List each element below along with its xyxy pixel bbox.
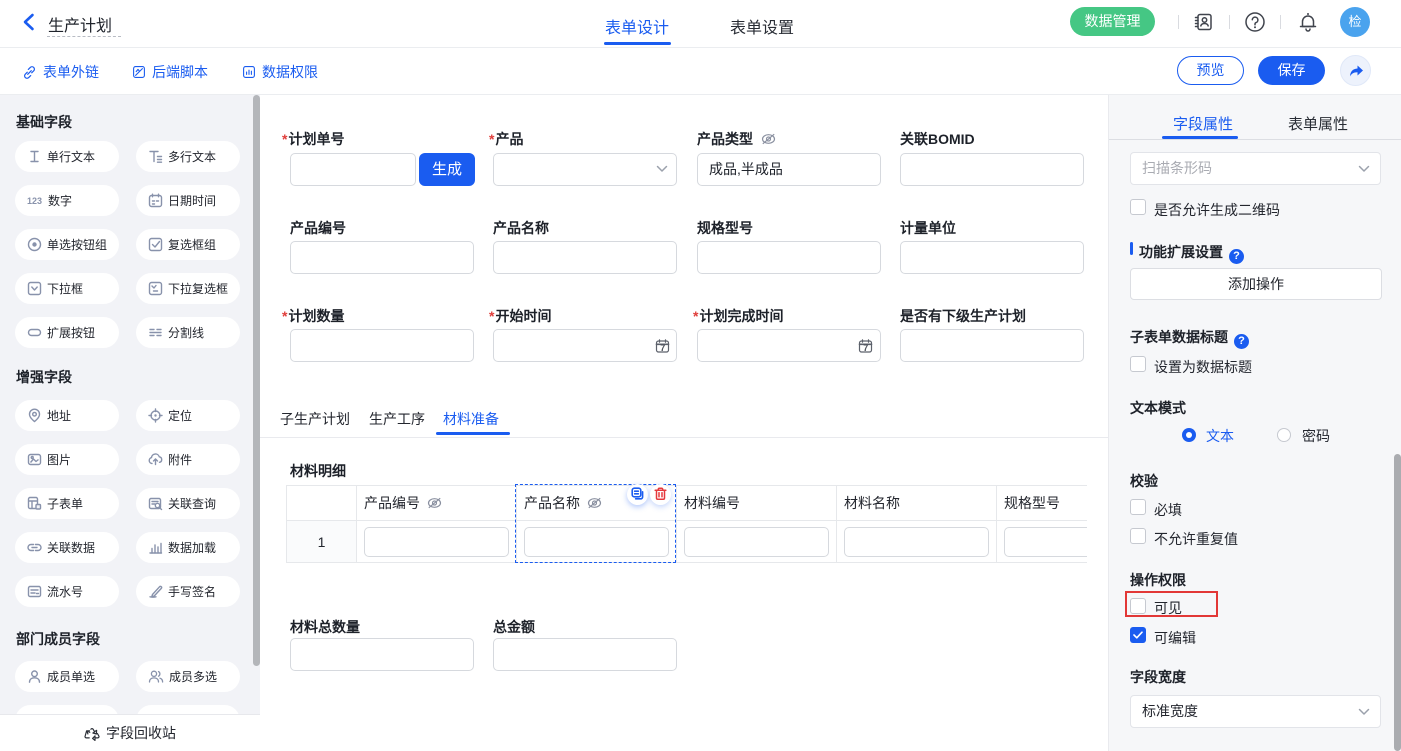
svg-text:123: 123 — [27, 196, 42, 206]
svg-text:7: 7 — [863, 343, 868, 353]
svg-text:7: 7 — [660, 343, 665, 353]
